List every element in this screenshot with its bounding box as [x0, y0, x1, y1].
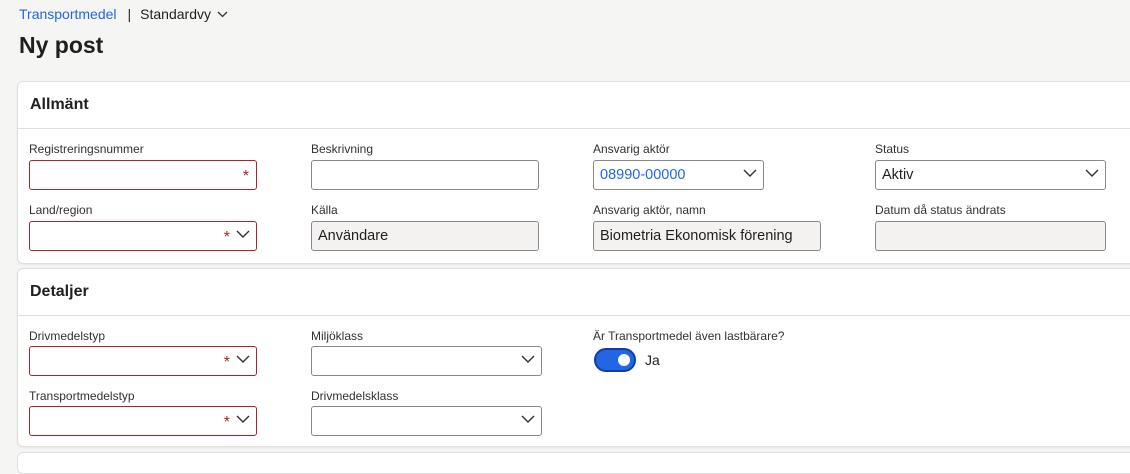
responsible-actor-dropdown[interactable]: 08990-00000 [593, 160, 764, 190]
responsible-actor-label: Ansvarig aktör [593, 142, 670, 156]
breadcrumb: Transportmedel | Standardvy [19, 6, 228, 22]
transport-type-dropdown[interactable]: * [29, 406, 257, 436]
status-date-field [875, 221, 1106, 251]
transport-type-label: Transportmedelstyp [29, 389, 135, 403]
environment-class-label: Miljöklass [311, 329, 364, 343]
responsible-actor-name-field: Biometria Ekonomisk förening [593, 221, 821, 251]
breadcrumb-link-transportmedel[interactable]: Transportmedel [19, 6, 117, 22]
registration-number-label: Registreringsnummer [29, 142, 144, 156]
status-dropdown[interactable]: Aktiv [875, 160, 1106, 190]
chevron-down-icon [236, 355, 250, 363]
responsible-actor-name-value: Biometria Ekonomisk förening [600, 228, 793, 244]
country-region-dropdown[interactable]: * [29, 221, 257, 251]
load-carrier-toggle[interactable] [594, 348, 636, 372]
chevron-down-icon [236, 230, 250, 238]
next-section-card [17, 452, 1130, 474]
source-label: Källa [311, 203, 338, 217]
status-label: Status [875, 142, 910, 156]
section-general-title: Allmänt [30, 96, 89, 113]
source-value: Användare [318, 228, 389, 244]
description-label: Beskrivning [311, 142, 374, 156]
chevron-down-icon [1085, 169, 1099, 177]
chevron-down-icon [521, 355, 535, 363]
status-date-label: Datum då status ändrats [875, 203, 1006, 217]
required-asterisk: * [223, 354, 230, 371]
section-details-header[interactable]: Detaljer [18, 269, 1130, 316]
fuel-class-label: Drivmedelsklass [311, 389, 399, 403]
breadcrumb-separator: | [127, 6, 132, 22]
section-details: Detaljer Drivmedelstyp * Miljöklass Är T… [17, 268, 1130, 447]
view-selector[interactable]: Standardvy [140, 6, 228, 22]
chevron-down-icon [217, 11, 228, 17]
responsible-actor-value: 08990-00000 [600, 167, 686, 183]
status-value: Aktiv [882, 167, 914, 183]
fuel-type-label: Drivmedelstyp [29, 329, 106, 343]
chevron-down-icon [236, 415, 250, 423]
page-title: Ny post [19, 32, 104, 58]
fuel-class-dropdown[interactable] [311, 406, 542, 436]
view-selector-label: Standardvy [140, 6, 211, 22]
section-general-header[interactable]: Allmänt [18, 82, 1130, 129]
section-details-title: Detaljer [30, 283, 89, 300]
country-region-label: Land/region [29, 203, 93, 217]
chevron-down-icon [743, 169, 757, 177]
chevron-down-icon [521, 415, 535, 423]
source-field: Användare [311, 221, 539, 251]
load-carrier-toggle-text: Ja [645, 352, 660, 368]
section-general: Allmänt Registreringsnummer * Beskrivnin… [17, 81, 1130, 264]
required-asterisk: * [242, 168, 249, 185]
environment-class-dropdown[interactable] [311, 346, 542, 376]
description-field[interactable] [311, 160, 539, 190]
responsible-actor-name-label: Ansvarig aktör, namn [593, 203, 706, 217]
required-asterisk: * [223, 229, 230, 246]
fuel-type-dropdown[interactable]: * [29, 346, 257, 376]
load-carrier-label: Är Transportmedel även lastbärare? [593, 329, 785, 343]
required-asterisk: * [223, 414, 230, 431]
registration-number-field[interactable]: * [29, 160, 257, 190]
toggle-knob [618, 354, 630, 366]
